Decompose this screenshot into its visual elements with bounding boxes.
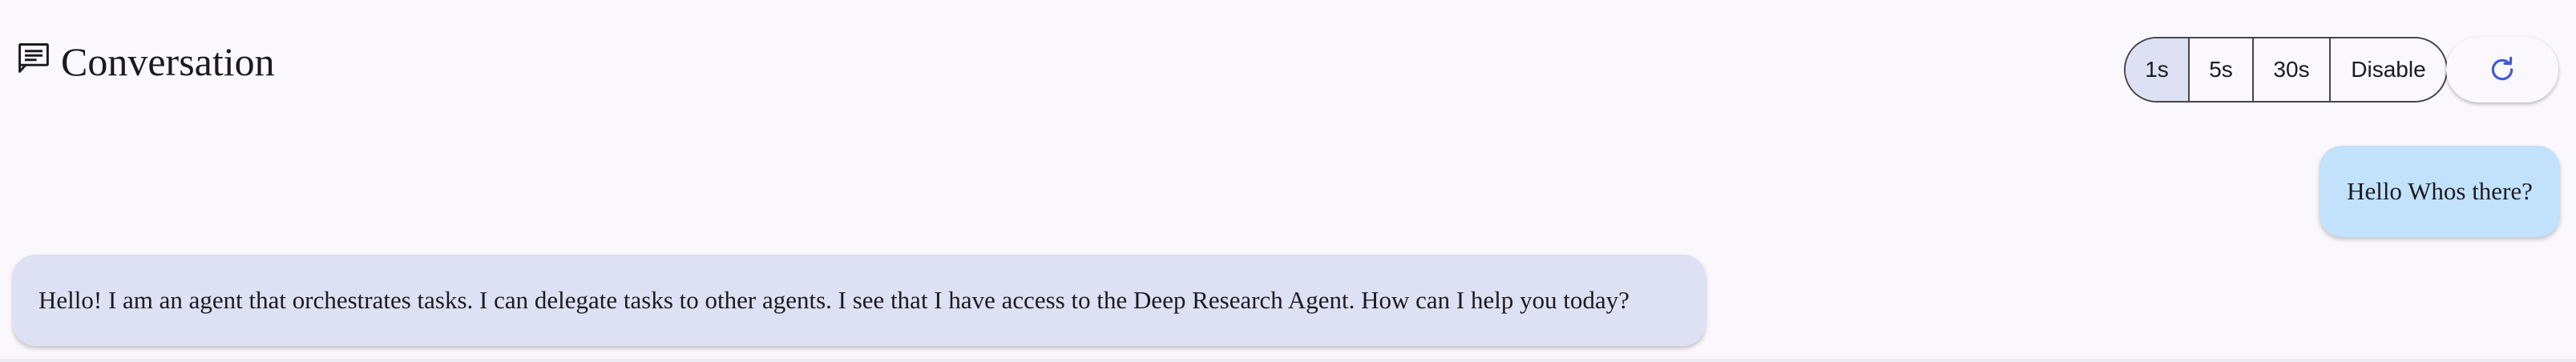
refresh-interval-1s-button[interactable]: 1s [2126, 38, 2190, 101]
divider [0, 359, 2576, 362]
user-message-text: Hello Whos there? [2347, 177, 2533, 205]
refresh-disable-button[interactable]: Disable [2331, 38, 2446, 101]
refresh-interval-5s-button[interactable]: 5s [2190, 38, 2254, 101]
conversation-page: Conversation 1s 5s 30s Disable Hello Who… [0, 0, 2576, 362]
page-title: Conversation [61, 39, 275, 84]
agent-message-text: Hello! I am an agent that orchestrates t… [38, 286, 1629, 314]
refresh-interval-30s-button[interactable]: 30s [2254, 38, 2331, 101]
page-header: Conversation [16, 34, 275, 90]
refresh-interval-toggle: 1s 5s 30s Disable [2124, 37, 2448, 103]
agent-message-bubble: Hello! I am an agent that orchestrates t… [13, 255, 1706, 346]
refresh-icon [2491, 56, 2513, 81]
refresh-button[interactable] [2446, 37, 2558, 103]
user-message-bubble: Hello Whos there? [2320, 146, 2560, 237]
chat-icon [18, 43, 49, 73]
